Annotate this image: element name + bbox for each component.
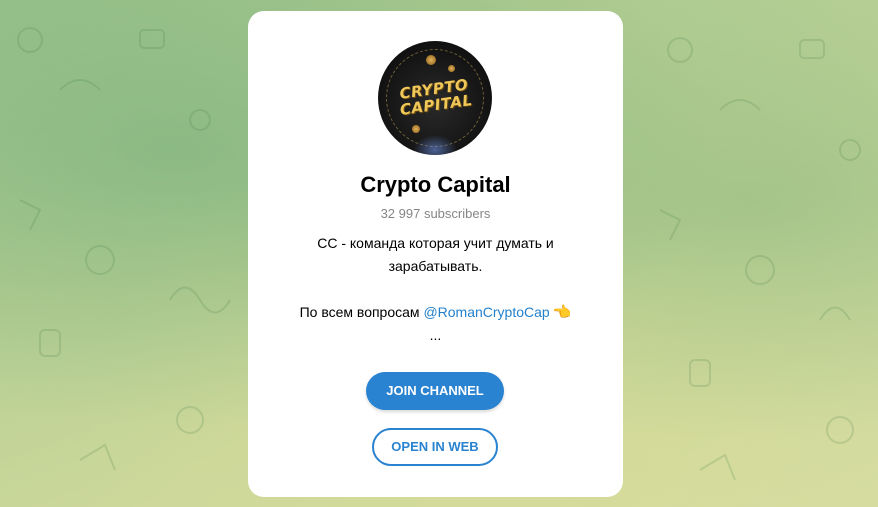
- avatar-shine: [413, 135, 457, 155]
- coin-icon: [448, 65, 455, 72]
- channel-card: CRYPTO CAPITAL Crypto Capital 32 997 sub…: [248, 11, 623, 497]
- open-in-web-button[interactable]: OPEN IN WEB: [372, 428, 498, 466]
- subscriber-count: 32 997 subscribers: [380, 206, 491, 221]
- coin-icon: [426, 55, 436, 65]
- coin-icon: [412, 125, 420, 133]
- description-line: зарабатывать.: [388, 258, 483, 274]
- channel-title: Crypto Capital: [360, 172, 511, 197]
- description-ellipsis: ...: [429, 327, 442, 343]
- description-contact-line: По всем вопросам @RomanCryptoCap 👈: [278, 301, 593, 324]
- channel-avatar: CRYPTO CAPITAL: [378, 41, 492, 155]
- channel-description: CC - команда которая учит думать и зараб…: [278, 232, 593, 347]
- contact-prefix: По всем вопросам: [299, 304, 424, 320]
- pointing-left-hand-icon: 👈: [552, 304, 572, 321]
- description-line: CC - команда которая учит думать и: [317, 235, 554, 251]
- contact-link[interactable]: @RomanCryptoCap: [423, 304, 549, 320]
- join-channel-button[interactable]: JOIN CHANNEL: [366, 372, 504, 410]
